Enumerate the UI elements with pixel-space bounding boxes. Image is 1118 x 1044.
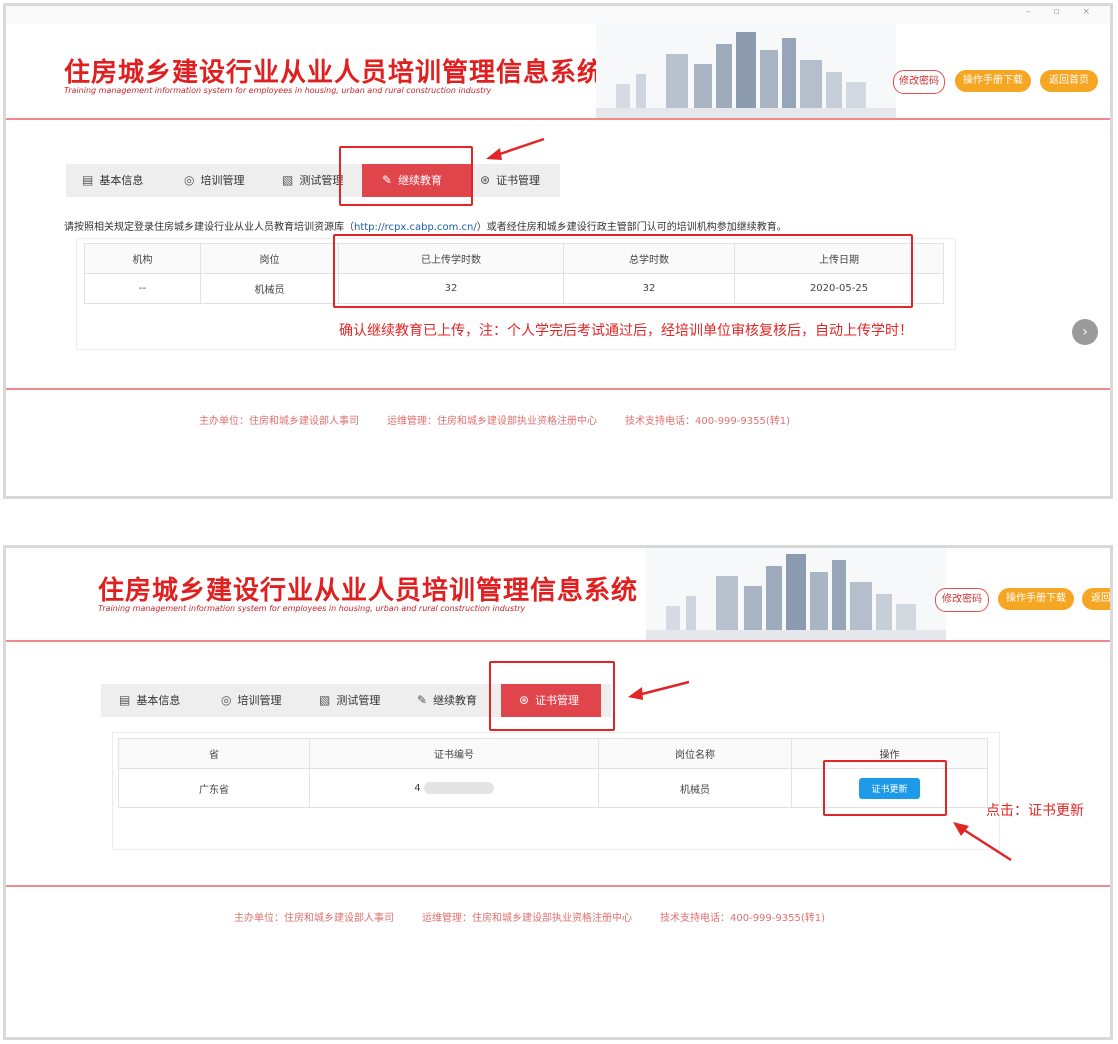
annotation-arrow-icon [486, 137, 545, 160]
column-header: 证书编号 [309, 738, 599, 769]
tab-test-management[interactable]: ▧ 测试管理 [282, 164, 343, 197]
manual-download-button[interactable]: 操作手册下载 [955, 70, 1031, 92]
column-header: 岗位 [200, 243, 339, 274]
table-cell: 机械员 [598, 768, 792, 808]
tab-basic-info[interactable]: ▤ 基本信息 [82, 164, 143, 197]
window-controls[interactable]: – ▫ × [1026, 7, 1100, 17]
window-titlebar: – ▫ × [6, 6, 1110, 24]
system-title: 住房城乡建设行业从业人员培训管理信息系统 [98, 576, 639, 606]
tab-test-management[interactable]: ▧ 测试管理 [319, 684, 380, 717]
chat-icon: ◎ [221, 693, 232, 707]
footer-divider [6, 388, 1110, 390]
tab-training-management[interactable]: ◎ 培训管理 [221, 684, 281, 717]
edit-doc-icon: ▧ [319, 693, 331, 707]
footer-divider [6, 885, 1110, 887]
footer-support: 技术支持电话：400-999-9355(转1) [660, 913, 826, 924]
annotation-arrow-icon [628, 680, 690, 700]
tab-certificate-management[interactable]: ⊛ 证书管理 [480, 164, 540, 197]
table-cell: 广东省 [118, 768, 310, 808]
next-arrow-button[interactable]: › [1072, 319, 1098, 345]
edit-doc-icon: ▧ [282, 173, 294, 187]
change-password-button[interactable]: 修改密码 [935, 588, 989, 612]
footer-ops: 运维管理：住房和城乡建设部执业资格注册中心 [387, 416, 597, 427]
manual-download-button[interactable]: 操作手册下载 [998, 588, 1074, 610]
main-tabs: ▤ 基本信息 ◎ 培训管理 ▧ 测试管理 ✎ 继续教育 ⊛ 证书管理 [66, 164, 560, 197]
highlight-box-tab [339, 146, 473, 206]
system-subtitle: Training management information system f… [98, 604, 526, 613]
column-header: 省 [118, 738, 310, 769]
notice-text: 请按照相关规定登录住房城乡建设行业从业人员教育培训资源库（http://rcpx… [64, 222, 787, 233]
screenshot-continuing-education: – ▫ × 住房城乡建设行业从业人员培训管理信息系统 Training mana… [3, 3, 1113, 499]
redacted-number [423, 782, 494, 794]
home-button[interactable]: 返回首页 [1082, 588, 1110, 610]
footer: 主办单位：住房和城乡建设部人事司 运维管理：住房和城乡建设部执业资格注册中心 技术支… [234, 909, 853, 924]
city-skyline-image [596, 24, 896, 118]
footer-host: 主办单位：住房和城乡建设部人事司 [234, 913, 394, 924]
footer-ops: 运维管理：住房和城乡建设部执业资格注册中心 [422, 913, 632, 924]
table-cell: 机械员 [200, 273, 339, 304]
column-header: 岗位名称 [598, 738, 792, 769]
highlight-box-button [823, 760, 947, 816]
resource-link[interactable]: http://rcpx.cabp.com.cn/ [354, 222, 477, 233]
certificate-icon: ⊛ [480, 173, 491, 187]
annotation-arrow-icon [953, 822, 1012, 862]
annotation-text: 确认继续教育已上传，注：个人学完后考试通过后，经培训单位审核复核后，自动上传学时… [339, 323, 913, 339]
highlight-box-tab [489, 661, 615, 731]
screenshot-certificate-management: 住房城乡建设行业从业人员培训管理信息系统 Training management… [3, 545, 1113, 1040]
tab-basic-info[interactable]: ▤ 基本信息 [119, 684, 180, 717]
clipboard-icon: ▤ [82, 173, 94, 187]
footer: 主办单位：住房和城乡建设部人事司 运维管理：住房和城乡建设部执业资格注册中心 技术支… [199, 412, 818, 427]
tab-training-management[interactable]: ◎ 培训管理 [184, 164, 244, 197]
chat-icon: ◎ [184, 173, 195, 187]
city-skyline-image [646, 548, 946, 640]
highlight-box-table [333, 234, 913, 308]
pencil-doc-icon: ✎ [417, 693, 428, 707]
table-cell: -- [84, 273, 201, 304]
tab-continuing-education[interactable]: ✎ 继续教育 [417, 684, 477, 717]
certificate-number-cell: 4 [309, 768, 599, 808]
system-title: 住房城乡建设行业从业人员培训管理信息系统 [64, 58, 605, 88]
home-button[interactable]: 返回首页 [1040, 70, 1098, 92]
footer-host: 主办单位：住房和城乡建设部人事司 [199, 416, 359, 427]
clipboard-icon: ▤ [119, 693, 131, 707]
footer-support: 技术支持电话：400-999-9355(转1) [625, 416, 791, 427]
system-subtitle: Training management information system f… [64, 86, 492, 95]
column-header: 机构 [84, 243, 201, 274]
site-header: 住房城乡建设行业从业人员培训管理信息系统 Training management… [6, 548, 1110, 642]
site-header: 住房城乡建设行业从业人员培训管理信息系统 Training management… [6, 24, 1110, 120]
change-password-button[interactable]: 修改密码 [893, 70, 945, 94]
annotation-text: 点击：证书更新 [986, 803, 1084, 819]
